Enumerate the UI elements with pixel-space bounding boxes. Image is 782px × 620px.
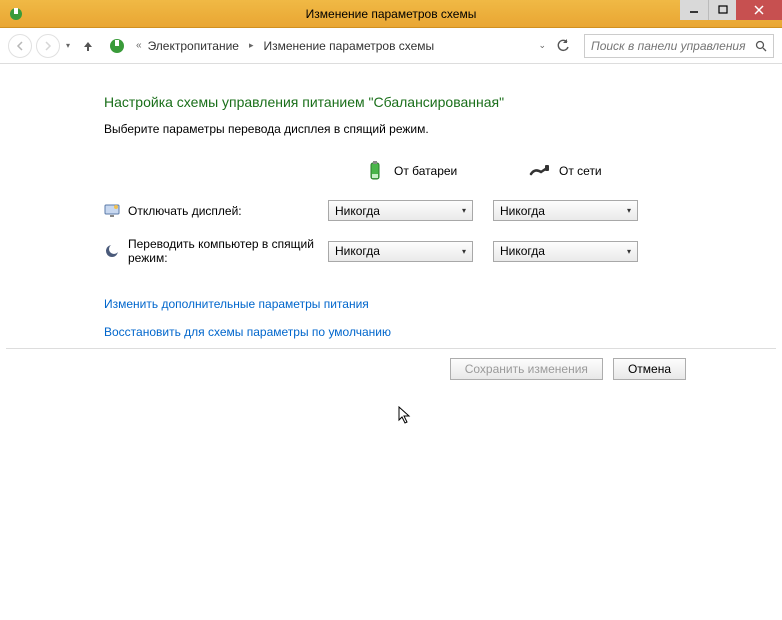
monitor-icon: [104, 203, 120, 219]
chevron-down-icon: ▾: [462, 247, 466, 256]
breadcrumb-edit-plan[interactable]: Изменение параметров схемы: [263, 39, 434, 53]
titlebar: Изменение параметров схемы: [0, 0, 782, 28]
address-dropdown-icon[interactable]: ⌄: [538, 40, 546, 51]
display-off-battery-select[interactable]: Никогда ▾: [328, 200, 473, 221]
cancel-button[interactable]: Отмена: [613, 358, 686, 380]
save-button[interactable]: Сохранить изменения: [450, 358, 603, 380]
advanced-settings-link[interactable]: Изменить дополнительные параметры питани…: [104, 297, 782, 311]
page-subheading: Выберите параметры перевода дисплея в сп…: [104, 122, 782, 136]
chevron-right-icon[interactable]: ▸: [249, 40, 254, 51]
links-section: Изменить дополнительные параметры питани…: [104, 297, 782, 339]
moon-icon: [104, 243, 120, 259]
sleep-ac-select[interactable]: Никогда ▾: [493, 241, 638, 262]
breadcrumb-prefix: «: [136, 40, 142, 51]
chevron-down-icon: ▾: [462, 206, 466, 215]
power-options-icon: [108, 37, 126, 55]
plug-icon: [529, 160, 551, 182]
control-panel-icon: [8, 6, 24, 22]
search-input[interactable]: [591, 39, 755, 53]
sleep-battery-value: Никогда: [335, 244, 380, 258]
back-button[interactable]: [8, 34, 32, 58]
history-dropdown-icon[interactable]: ▾: [64, 41, 72, 50]
cursor-icon: [398, 406, 412, 424]
maximize-button[interactable]: [708, 0, 736, 20]
ac-column-label: От сети: [559, 164, 602, 178]
battery-column-header: От батареи: [364, 160, 529, 182]
refresh-button[interactable]: [556, 39, 570, 53]
column-headers: От батареи От сети: [104, 160, 782, 182]
chevron-down-icon: ▾: [627, 206, 631, 215]
window-controls: [680, 0, 782, 20]
battery-column-label: От батареи: [394, 164, 457, 178]
chevron-down-icon: ▾: [627, 247, 631, 256]
close-button[interactable]: [736, 0, 782, 20]
sleep-ac-value: Никогда: [500, 244, 545, 258]
display-off-ac-value: Никогда: [500, 204, 545, 218]
page-heading: Настройка схемы управления питанием "Сба…: [104, 94, 782, 110]
sleep-battery-select[interactable]: Никогда ▾: [328, 241, 473, 262]
breadcrumb-power[interactable]: Электропитание: [148, 39, 239, 53]
display-off-row: Отключать дисплей: Никогда ▾ Никогда ▾: [104, 200, 782, 221]
sleep-label: Переводить компьютер в спящий режим:: [128, 237, 328, 265]
footer-separator: [6, 348, 776, 349]
content-area: Настройка схемы управления питанием "Сба…: [0, 64, 782, 339]
up-button[interactable]: [76, 40, 100, 52]
sleep-row: Переводить компьютер в спящий режим: Ник…: [104, 237, 782, 265]
battery-icon: [364, 160, 386, 182]
window-title: Изменение параметров схемы: [306, 7, 477, 21]
display-off-label: Отключать дисплей:: [128, 204, 328, 218]
display-off-battery-value: Никогда: [335, 204, 380, 218]
forward-button[interactable]: [36, 34, 60, 58]
search-icon[interactable]: [755, 40, 767, 52]
nav-bar: ▾ « Электропитание ▸ Изменение параметро…: [0, 28, 782, 64]
restore-defaults-link[interactable]: Восстановить для схемы параметры по умол…: [104, 325, 782, 339]
ac-column-header: От сети: [529, 160, 694, 182]
minimize-button[interactable]: [680, 0, 708, 20]
display-off-ac-select[interactable]: Никогда ▾: [493, 200, 638, 221]
search-box[interactable]: [584, 34, 774, 58]
footer-buttons: Сохранить изменения Отмена: [450, 358, 686, 380]
